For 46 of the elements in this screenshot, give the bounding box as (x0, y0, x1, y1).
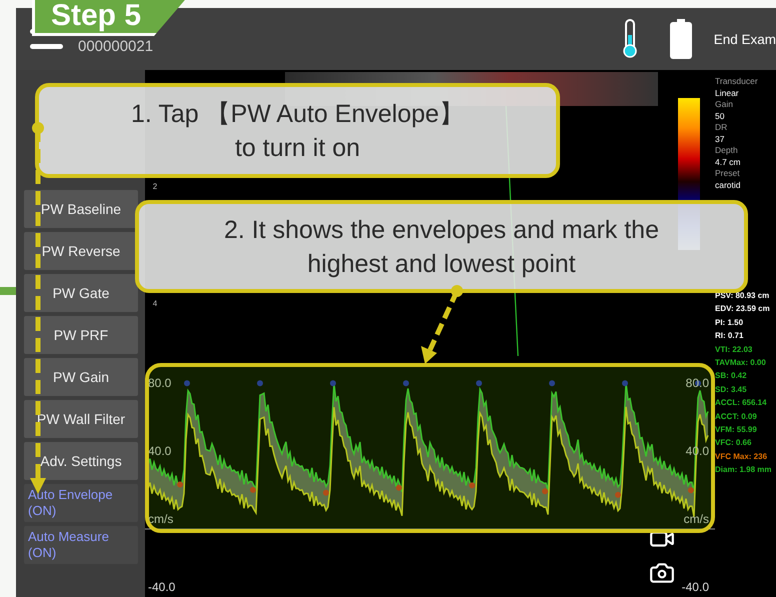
case-id: 000000021 (78, 38, 154, 54)
measurement-text: SB: 0.42 (715, 370, 748, 382)
toggle-button[interactable]: Auto Envelope (ON) (24, 484, 138, 522)
axis-label: 40.0 (148, 444, 172, 458)
parameter-label: DR (715, 122, 728, 134)
sidebar-button[interactable]: PW Reverse (24, 232, 138, 270)
measurement-text: ACCT: 0.09 (715, 410, 758, 423)
parameter-value: carotid (715, 180, 742, 191)
depth-mark: 2 (152, 182, 158, 191)
sidebar-button[interactable]: PW PRF (24, 316, 138, 354)
measurement-text: TAVMax: 0.00 (715, 357, 767, 370)
axis-label: cm/s (148, 512, 174, 526)
measurement-text: VTI: 22.03 (715, 344, 754, 356)
axis-label: -40.0 (682, 580, 709, 594)
parameter-value: 37 (715, 134, 726, 145)
measurement-text: SD: 3.45 (715, 384, 748, 396)
depth-mark: 4 (152, 299, 158, 308)
parameter-label: Preset (715, 168, 741, 180)
toggle-button[interactable]: Auto Measure (ON) (24, 526, 138, 564)
parameter-label: Transducer (715, 76, 759, 88)
measurement-text: VFC: 0.66 (715, 437, 752, 450)
measurement-text: PI: 1.50 (715, 316, 744, 329)
measurement-text: Diam: 1.98 mm (715, 464, 772, 476)
parameter-label: Depth (715, 145, 739, 156)
measurement-text: VFC Max: 236 (715, 450, 768, 463)
axis-label: cm/s (684, 512, 709, 526)
callout-text: 2. It shows the envelopes and mark the highest and lowest point (135, 200, 748, 293)
measurement-text: RI: 0.71 (715, 330, 744, 342)
parameter-value: Linear (715, 88, 740, 99)
axis-label: 80.0 (148, 376, 172, 390)
measurement-text: VFM: 55.99 (715, 424, 758, 436)
sidebar-button[interactable]: PW Baseline (24, 190, 138, 228)
end-exam-button[interactable]: End Exam (714, 32, 776, 46)
edge-strip (0, 287, 16, 295)
parameter-label: Gain (715, 99, 734, 110)
measurement-text: ACCL: 656.14 (715, 397, 768, 410)
sidebar-button[interactable]: PW Gate (24, 274, 138, 312)
axis-label: -40.0 (148, 580, 176, 594)
thermometer-icon (622, 19, 638, 59)
parameter-value: 50 (715, 110, 726, 122)
battery-icon (670, 19, 692, 59)
measurement-text: EDV: 23.59 cm (715, 303, 771, 316)
sidebar-button[interactable]: PW Gain (24, 358, 138, 396)
sidebar-button[interactable]: Adv. Settings (24, 442, 138, 480)
parameter-value: 4.7 cm (715, 156, 742, 168)
callout-text: 1. Tap 【PW Auto Envelope】 to turn it on (35, 83, 560, 178)
